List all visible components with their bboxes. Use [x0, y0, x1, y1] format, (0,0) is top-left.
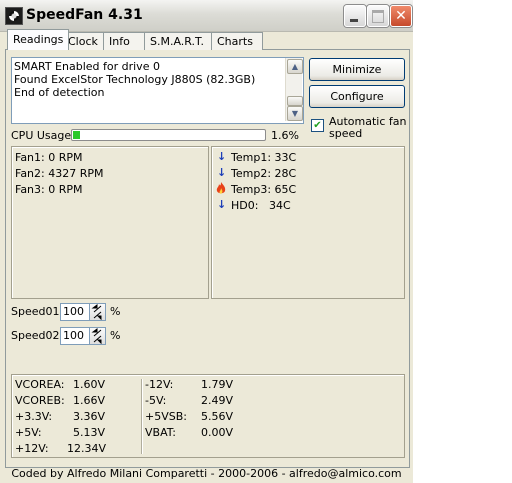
voltage-value: 5.56V — [201, 410, 234, 423]
arrow-down-icon: ↓ — [217, 166, 227, 179]
speed01-spinner[interactable] — [89, 303, 106, 321]
voltage-divider — [141, 379, 143, 454]
log-line: SMART Enabled for drive 0 — [14, 60, 160, 73]
voltage-value: 5.13V — [73, 426, 106, 439]
voltage-label: +5V: — [15, 426, 42, 439]
voltage-value: 3.36V — [73, 410, 106, 423]
voltage-label: VBAT: — [145, 426, 176, 439]
updown-arrows-icon — [91, 328, 102, 345]
tab-readings[interactable]: Readings — [7, 29, 69, 50]
minimize-button[interactable]: Minimize — [309, 58, 405, 81]
voltage-value: 1.60V — [73, 378, 106, 391]
fan-readings-pane: Fan1: 0 RPM Fan2: 4327 RPM Fan3: 0 RPM — [11, 146, 209, 299]
automatic-fan-speed-checkbox[interactable]: ✔ — [311, 119, 324, 132]
cpu-usage-bar — [71, 129, 266, 141]
voltage-label: +3.3V: — [15, 410, 53, 423]
voltage-value: 12.34V — [67, 442, 107, 455]
tab-smart[interactable]: S.M.A.R.T. — [144, 32, 215, 50]
arrow-down-icon: ↓ — [217, 198, 227, 211]
scroll-up-icon[interactable]: ▲ — [287, 59, 303, 74]
temp-row: Temp1: 33C — [231, 151, 297, 164]
speedfan-app-icon[interactable] — [5, 7, 23, 25]
voltage-value: 1.79V — [201, 378, 234, 391]
voltage-label: +12V: — [15, 442, 49, 455]
voltage-value: 1.66V — [73, 394, 106, 407]
close-icon: ✕ — [395, 8, 407, 24]
log-textbox[interactable]: SMART Enabled for drive 0 Found ExcelSto… — [11, 57, 304, 124]
log-scrollbar[interactable]: ▲ ▼ — [285, 58, 303, 121]
voltage-label: -12V: — [145, 378, 174, 391]
fan-row: Fan1: 0 RPM — [15, 151, 83, 164]
temp-row: Temp2: 28C — [231, 167, 297, 180]
speed01-unit: % — [110, 305, 121, 318]
close-window-button[interactable]: ✕ — [390, 5, 412, 27]
scroll-down-icon[interactable]: ▼ — [287, 106, 303, 121]
title-bar[interactable]: SpeedFan 4.31 ✕ — [0, 0, 413, 32]
automatic-fan-speed-label: Automatic fan speed — [329, 115, 407, 140]
speed02-label: Speed02: — [11, 329, 64, 342]
scroll-thumb[interactable] — [287, 96, 303, 106]
tab-info[interactable]: Info — [103, 32, 147, 50]
speed02-unit: % — [110, 329, 121, 342]
arrow-down-icon: ↓ — [217, 150, 227, 163]
cpu-usage-percent: 1.6% — [271, 129, 299, 142]
maximize-window-button[interactable] — [367, 5, 389, 27]
voltage-label: -5V: — [145, 394, 167, 407]
configure-button[interactable]: Configure — [309, 85, 405, 108]
voltage-value: 2.49V — [201, 394, 234, 407]
speedfan-window: SpeedFan 4.31 ✕ Readings Clock Info S.M.… — [0, 0, 413, 483]
voltage-label: +5VSB: — [145, 410, 187, 423]
temp-row: HD0: 34C — [231, 199, 291, 212]
credits-footer: Coded by Alfredo Milani Comparetti - 200… — [11, 467, 402, 480]
temp-row: Temp3: 65C — [231, 183, 297, 196]
voltage-label: VCOREA: — [15, 378, 65, 391]
temperature-readings-pane: ↓ Temp1: 33C ↓ Temp2: 28C Temp3: 65C ↓ H… — [211, 146, 405, 299]
speed01-label: Speed01: — [11, 305, 64, 318]
fan-row: Fan3: 0 RPM — [15, 183, 83, 196]
fan-row: Fan2: 4327 RPM — [15, 167, 104, 180]
voltage-value: 0.00V — [201, 426, 234, 439]
log-line: Found ExcelStor Technology J880S (82.3GB… — [14, 73, 256, 86]
minimize-window-button[interactable] — [344, 5, 366, 27]
flame-icon — [216, 182, 226, 194]
cpu-usage-label: CPU Usage — [11, 129, 72, 142]
speed02-spinner[interactable] — [89, 327, 106, 345]
voltage-label: VCOREB: — [15, 394, 65, 407]
cpu-usage-fill — [73, 131, 80, 139]
updown-arrows-icon — [91, 304, 102, 321]
tab-charts[interactable]: Charts — [211, 32, 263, 50]
window-title: SpeedFan 4.31 — [26, 7, 143, 23]
log-line: End of detection — [14, 86, 105, 99]
